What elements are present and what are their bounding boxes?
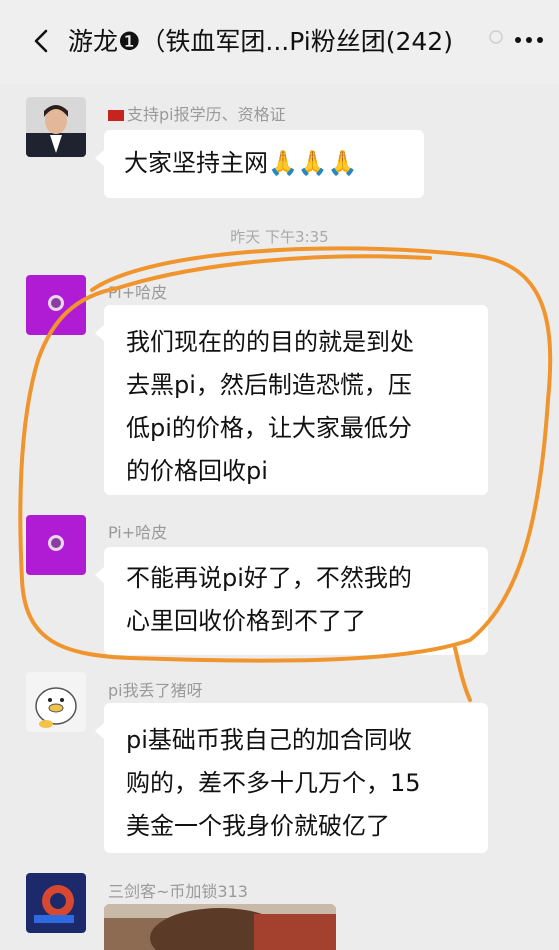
avatar[interactable] [26,873,86,933]
message-line: 我们现在的的目的就是到处 [126,328,414,356]
message-line: 的价格回收pi [126,457,268,485]
avatar[interactable] [26,515,86,575]
avatar-man-icon [26,97,86,157]
chat-header: 游龙❶（铁血军团...Pi粉丝团(242) [0,0,559,84]
more-icon[interactable] [488,22,548,52]
message-line: 心里回收价格到不了了 [126,607,366,635]
image-message[interactable] [104,904,336,950]
message-line: 购的，差不多十几万个，15 [126,769,421,797]
message-sender: Pi+哈皮 [108,523,168,542]
avatar[interactable] [26,97,86,157]
message-line: 不能再说pi好了，不然我的 [126,564,412,592]
flag-icon [108,110,124,121]
timestamp: 昨天 下午3:35 [230,228,329,246]
message-line: pi基础币我自己的加合同收 [126,726,412,754]
chat-title: 游龙❶（铁血军团...Pi粉丝团(242) [68,27,453,56]
avatar-logo-icon [26,515,86,575]
message-bubble[interactable]: 我们现在的的目的就是到处 去黑pi，然后制造恐慌，压 低pi的价格，让大家最低分… [95,305,488,495]
image-thumbnail-icon [104,904,336,950]
back-chevron-icon[interactable] [28,28,54,54]
avatar[interactable] [26,275,86,335]
message-sender: 支持pi报学历、资格证 [108,101,286,125]
avatar[interactable] [26,672,86,732]
message-bubble[interactable]: 大家坚持主网🙏🙏🙏 [95,130,424,198]
avatar-logo-icon [26,873,86,933]
avatar-duck-icon [26,672,86,732]
message-sender: 三剑客~币加锁313 [108,882,248,901]
avatar-logo-icon [26,275,86,335]
message-sender: pi我丢了猪呀 [108,681,203,700]
message-bubble[interactable]: 不能再说pi好了，不然我的 心里回收价格到不了了 [95,547,488,655]
message-sender: Pi+哈皮 [108,283,168,302]
message-line: 美金一个我身价就破亿了 [126,812,390,840]
message-line: 去黑pi，然后制造恐慌，压 [126,371,412,399]
message-line: 低pi的价格，让大家最低分 [126,414,412,442]
chat-window: 游龙❶（铁血军团...Pi粉丝团(242) 支持pi报学历、资格证 大家坚持主网… [0,0,559,950]
message-bubble[interactable]: pi基础币我自己的加合同收 购的，差不多十几万个，15 美金一个我身价就破亿了 [95,703,488,853]
